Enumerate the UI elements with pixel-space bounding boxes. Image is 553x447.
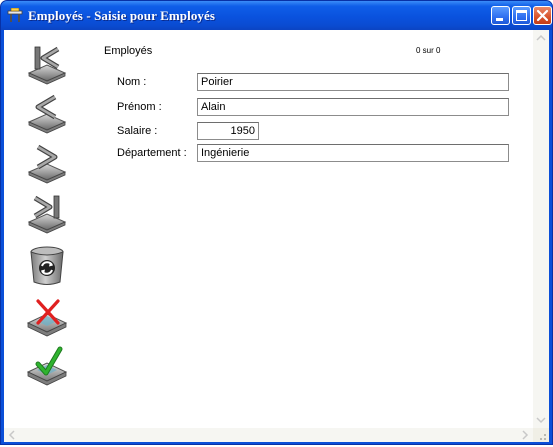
- scroll-down-icon[interactable]: [533, 412, 549, 428]
- navigation-toolbar: [4, 30, 90, 428]
- minimize-icon: [496, 18, 503, 21]
- first-record-icon: [27, 46, 67, 85]
- refresh-icon: [30, 246, 64, 285]
- next-record-button[interactable]: [25, 142, 69, 186]
- application-window: Employés - Saisie pour Employés Employés…: [0, 0, 553, 445]
- resize-grip[interactable]: [533, 428, 549, 442]
- cancel-icon: [26, 299, 68, 337]
- departement-field[interactable]: Ingénierie: [197, 144, 509, 162]
- scroll-right-icon[interactable]: [517, 428, 533, 442]
- validate-icon: [26, 346, 68, 386]
- prenom-label: Prénom :: [117, 101, 162, 113]
- app-icon: [7, 8, 23, 22]
- client-area: Employés 0 sur 0 Nom : Poirier Prénom : …: [4, 30, 549, 442]
- nom-field[interactable]: Poirier: [197, 73, 509, 91]
- minimize-button[interactable]: [491, 6, 510, 25]
- resize-grip-icon: [540, 434, 546, 440]
- refresh-button[interactable]: [25, 244, 69, 288]
- previous-record-button[interactable]: [25, 92, 69, 136]
- close-button[interactable]: [533, 6, 552, 25]
- prenom-field[interactable]: Alain: [197, 98, 509, 116]
- next-record-icon: [27, 144, 67, 184]
- departement-label: Département :: [117, 147, 187, 159]
- previous-record-icon: [27, 94, 67, 134]
- form-content: Employés 0 sur 0 Nom : Poirier Prénom : …: [4, 30, 533, 428]
- scroll-left-icon[interactable]: [4, 428, 20, 442]
- validate-button[interactable]: [25, 344, 69, 388]
- horizontal-scrollbar[interactable]: [4, 428, 533, 442]
- title-bar[interactable]: Employés - Saisie pour Employés: [1, 1, 552, 30]
- close-icon: [536, 9, 549, 22]
- maximize-button[interactable]: [512, 6, 531, 25]
- record-counter: 0 sur 0: [416, 46, 441, 55]
- form-section-title: Employés: [104, 45, 153, 57]
- maximize-icon: [516, 10, 527, 21]
- window-title: Employés - Saisie pour Employés: [28, 8, 216, 23]
- last-record-icon: [27, 195, 67, 234]
- last-record-button[interactable]: [25, 192, 69, 236]
- salaire-field[interactable]: 1950: [197, 122, 259, 140]
- cancel-button[interactable]: [25, 295, 69, 339]
- vertical-scrollbar[interactable]: [533, 30, 549, 428]
- first-record-button[interactable]: [25, 43, 69, 87]
- salaire-label: Salaire :: [117, 125, 158, 137]
- scroll-up-icon[interactable]: [533, 30, 549, 46]
- nom-label: Nom :: [117, 76, 147, 88]
